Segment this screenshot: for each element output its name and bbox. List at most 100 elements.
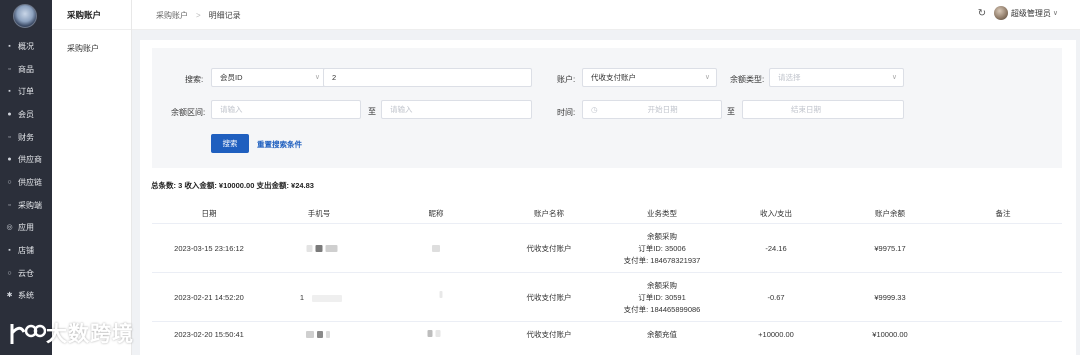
nickname-redacted: [439, 291, 443, 298]
nav-item-5[interactable]: ▫ 财务: [0, 126, 52, 149]
nav-item-9[interactable]: ◎ 应用: [0, 217, 52, 240]
row-account-name: 代收支付账户: [526, 244, 572, 253]
row-date: 2023-02-20 15:50:41: [174, 330, 244, 339]
row-date: 2023-03-15 23:16:12: [174, 244, 244, 253]
row-business-type: 余额充值: [647, 330, 677, 339]
nav-item-8[interactable]: ▫ 采购端: [0, 194, 52, 217]
sub-sidebar: 采购账户 采购账户: [52, 0, 132, 355]
column-header-income-expense: 收入/支出: [759, 209, 793, 218]
column-header-account-name: 账户名称: [534, 209, 564, 218]
clock-icon: ◷: [591, 105, 598, 114]
nav-item-label: 会员: [18, 109, 34, 119]
settings-icon: ✱: [6, 292, 13, 300]
main-nav: ▪ 概况 ▫ 商品 ▪ 订单 ● 会员 ▫ 财务 ● 供应商 ○ 供应链 ▫ 采购端 ◎ 应用 ▪ 店铺 ○ 云仓 ✱ 系统: [0, 0, 52, 355]
table-row: 2023-02-20 15:50:41 代收支付账户 余额充值 +10000.0…: [152, 322, 1062, 347]
phone-redacted: [306, 331, 330, 338]
nav-item-2[interactable]: ▫ 商品: [0, 58, 52, 81]
row-balance: ¥10000.00: [872, 330, 908, 339]
breadcrumb: 采购账户 > 明细记录: [156, 10, 241, 21]
range-from-input[interactable]: 请输入: [211, 100, 361, 119]
nav-item-12[interactable]: ✱ 系统: [0, 285, 52, 308]
start-date-input[interactable]: ◷ 开始日期: [582, 100, 722, 119]
store-icon: ▪: [8, 247, 11, 255]
balance-type-select[interactable]: 请选择 ∨: [769, 68, 904, 87]
reset-search-link[interactable]: 重置搜索条件: [257, 139, 302, 150]
chevron-down-icon: ∨: [704, 74, 710, 81]
end-date-placeholder: 结束日期: [791, 105, 821, 114]
breadcrumb-separator: >: [196, 11, 201, 20]
search-button[interactable]: 搜索: [211, 134, 249, 153]
watermark-text: 大数跨境: [46, 323, 134, 346]
nav-item-1[interactable]: ▪ 概况: [0, 35, 52, 58]
goods-icon: ▫: [8, 65, 11, 73]
chevron-down-icon: ∨: [891, 74, 897, 81]
row-amount: -24.16: [765, 244, 787, 253]
nav-item-11[interactable]: ○ 云仓: [0, 262, 52, 285]
range-to-label: 至: [368, 107, 376, 116]
nav-item-7[interactable]: ○ 供应链: [0, 171, 52, 194]
logo-avatar[interactable]: [13, 4, 37, 28]
row-order-id: 订单ID: 35006: [638, 244, 686, 253]
nav-item-10[interactable]: ▪ 店铺: [0, 239, 52, 262]
row-business-type: 余额采购: [647, 281, 677, 290]
account-select[interactable]: 代收支付账户 ∨: [582, 68, 717, 87]
row-payment-no: 支付单: 184465899086: [623, 305, 701, 314]
search-label: 搜索:: [185, 75, 204, 84]
nav-item-label: 概况: [18, 41, 34, 51]
watermark-logo-icon: [10, 324, 46, 344]
records-table: 日期 手机号 昵称 账户名称 业务类型 收入/支出 账户余额 备注 2023-0…: [152, 202, 1062, 347]
nav-item-6[interactable]: ● 供应商: [0, 148, 52, 171]
purchase-icon: ▫: [8, 201, 11, 209]
row-date: 2023-02-21 14:52:20: [174, 293, 244, 302]
row-payment-no: 支付单: 184678321937: [623, 256, 701, 265]
time-to-label: 至: [727, 107, 735, 116]
cloud-warehouse-icon: ○: [7, 269, 12, 277]
supply-chain-icon: ○: [7, 178, 12, 186]
supplier-icon: ●: [7, 156, 12, 164]
breadcrumb-item-purchase-account[interactable]: 采购账户: [156, 10, 188, 21]
summary-text: 总条数: 3 收入金额: ¥10000.00 支出金额: ¥24.83: [151, 181, 314, 190]
search-field-select[interactable]: 会员ID ∨: [211, 68, 327, 87]
row-balance: ¥9975.17: [874, 244, 906, 253]
balance-type-label: 余额类型:: [730, 75, 765, 84]
column-header-date: 日期: [201, 209, 217, 218]
column-header-nickname: 昵称: [428, 209, 444, 218]
refresh-icon[interactable]: ↻: [976, 8, 988, 20]
phone-redacted: [312, 295, 342, 302]
nav-item-4[interactable]: ● 会员: [0, 103, 52, 126]
monitor-icon: ▪: [8, 42, 11, 50]
table-row: 2023-03-15 23:16:12 代收支付账户 余额采购 订单ID: 35…: [152, 224, 1062, 273]
nav-item-label: 供应商: [18, 155, 42, 165]
chevron-down-icon: ∨: [1052, 10, 1058, 17]
sub-sidebar-title: 采购账户: [52, 0, 131, 30]
balance-type-placeholder: 请选择: [778, 73, 801, 82]
member-icon: ●: [7, 110, 12, 118]
user-avatar: [993, 6, 1008, 20]
row-balance: ¥9999.33: [874, 293, 906, 302]
nav-item-label: 云仓: [18, 268, 34, 278]
main-card: 搜索: 会员ID ∨ 2 账户: 代收支付账户 ∨ 余额类型: 请选择 ∨ 余额…: [140, 40, 1076, 355]
nav-item-label: 订单: [18, 87, 34, 97]
chevron-down-icon: ∨: [314, 74, 320, 81]
table-row: 2023-02-21 14:52:20 1 代收支付账户 余额采购 订单ID: …: [152, 273, 1062, 322]
end-date-input[interactable]: 结束日期: [742, 100, 904, 119]
top-header: 采购账户 > 明细记录 ↻ ⛶ 超级管理员 ∨: [132, 0, 1080, 30]
nav-item-label: 采购端: [18, 200, 42, 210]
row-amount: +10000.00: [758, 330, 794, 339]
order-icon: ▪: [8, 88, 11, 96]
nickname-redacted: [432, 245, 440, 252]
range-to-input[interactable]: 请输入: [381, 100, 532, 119]
watermark: 大数跨境: [6, 318, 134, 348]
search-input[interactable]: 2: [323, 68, 532, 87]
table-header: 日期 手机号 昵称 账户名称 业务类型 收入/支出 账户余额 备注: [152, 202, 1062, 224]
user-name: 超级管理员: [1010, 8, 1051, 18]
row-business-type: 余额采购: [647, 232, 677, 241]
user-menu[interactable]: 超级管理员 ∨: [993, 6, 1058, 20]
column-header-phone: 手机号: [307, 209, 331, 218]
app-icon: ◎: [6, 224, 13, 232]
account-label: 账户:: [557, 75, 576, 84]
column-header-remark: 备注: [995, 209, 1011, 218]
sub-sidebar-item-purchase-account[interactable]: 采购账户: [52, 43, 131, 54]
nav-item-3[interactable]: ▪ 订单: [0, 80, 52, 103]
row-account-name: 代收支付账户: [526, 330, 572, 339]
